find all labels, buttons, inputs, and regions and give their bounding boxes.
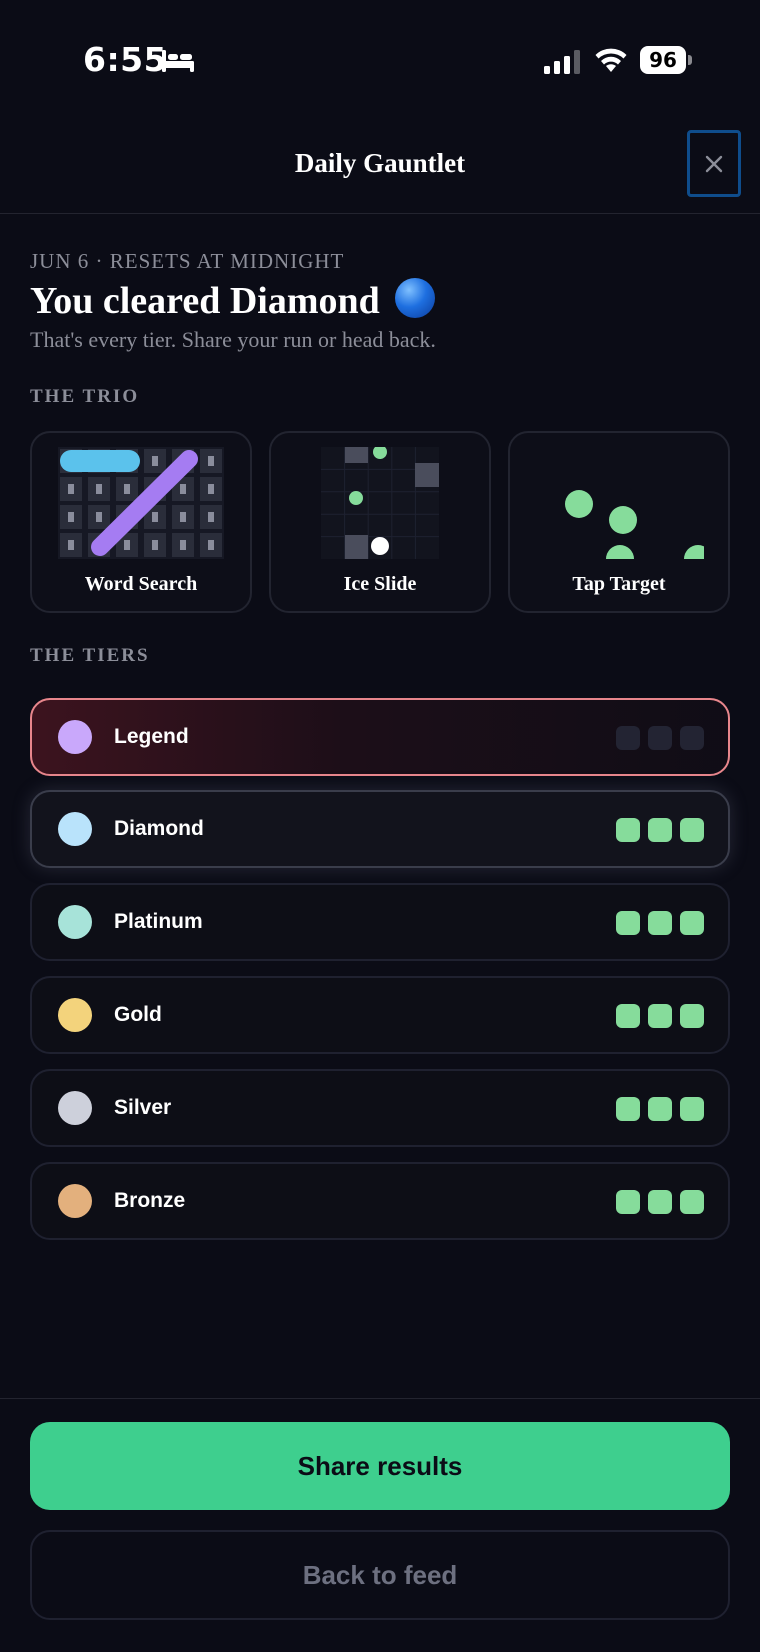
tier-row-legend[interactable]: Legend [30,698,730,776]
wifi-icon [595,48,627,72]
share-results-button[interactable]: Share results [30,1422,730,1510]
tier-dot [58,720,92,754]
status-time: 6:55 [83,40,168,79]
tier-name: Legend [114,725,189,748]
progress-square [616,911,640,935]
tier-dot [58,998,92,1032]
progress-square [680,726,704,750]
battery-tip [688,55,692,65]
tier-progress [616,911,704,935]
back-to-feed-button[interactable]: Back to feed [30,1530,730,1620]
date-line: JUN 6 · RESETS AT MIDNIGHT [30,249,345,273]
tier-dot [58,812,92,846]
tier-progress [616,726,704,750]
progress-square [648,1097,672,1121]
tier-row-platinum[interactable]: Platinum [30,883,730,961]
tier-dot [58,1091,92,1125]
tier-row-diamond[interactable]: Diamond [30,790,730,868]
game-card-tap-target[interactable]: Tap Target [508,431,730,613]
blue-circle-icon [395,278,436,318]
page-title: Daily Gauntlet [294,148,466,178]
tier-name: Platinum [114,910,203,933]
game-label-word-search: Word Search [84,573,198,595]
tier-progress [616,1004,704,1028]
tier-row-bronze[interactable]: Bronze [30,1162,730,1240]
progress-square [680,818,704,842]
header: Daily Gauntlet [0,120,760,214]
progress-square [616,1190,640,1214]
tier-name: Gold [114,1003,162,1026]
section-label-trio: THE TRIO [30,386,140,407]
signal-icon [544,50,580,74]
progress-square [648,911,672,935]
progress-square [616,1004,640,1028]
tier-row-silver[interactable]: Silver [30,1069,730,1147]
status-bar: 6:55 96 [0,0,760,120]
tier-progress [616,1097,704,1121]
game-label-tap-target: Tap Target [572,573,666,595]
progress-square [648,726,672,750]
tier-progress [616,1190,704,1214]
battery-icon: 96 [640,46,692,74]
headline-text: You cleared Diamond [30,280,380,322]
progress-square [616,1097,640,1121]
screen: 6:55 96 Daily Gauntlet JUN 6 · RESETS AT… [0,0,760,1652]
footer-divider [0,1398,760,1399]
subtitle: That's every tier. Share your run or hea… [30,327,436,352]
tier-name: Diamond [114,817,204,840]
progress-square [616,726,640,750]
progress-square [680,1097,704,1121]
tier-name: Bronze [114,1189,186,1212]
progress-square [648,818,672,842]
tier-dot [58,905,92,939]
progress-square [680,911,704,935]
tier-dot [58,1184,92,1218]
game-card-ice-slide[interactable]: Ice Slide [269,431,491,613]
word-search-art-icon [58,447,224,559]
game-label-ice-slide: Ice Slide [343,573,417,595]
game-card-word-search[interactable]: Word Search [30,431,252,613]
progress-square [616,818,640,842]
close-icon [705,155,723,172]
progress-square [680,1004,704,1028]
tier-progress [616,818,704,842]
ice-slide-art-icon [321,447,439,559]
tier-name: Silver [114,1096,172,1119]
close-button[interactable] [687,130,741,197]
tier-row-gold[interactable]: Gold [30,976,730,1054]
headline: You cleared Diamond [30,278,436,323]
progress-square [680,1190,704,1214]
section-label-tiers: THE TIERS [30,645,150,666]
battery-level: 96 [640,46,686,74]
bed-icon [162,50,194,72]
progress-square [648,1190,672,1214]
progress-square [648,1004,672,1028]
tap-target-art-icon [565,490,704,559]
